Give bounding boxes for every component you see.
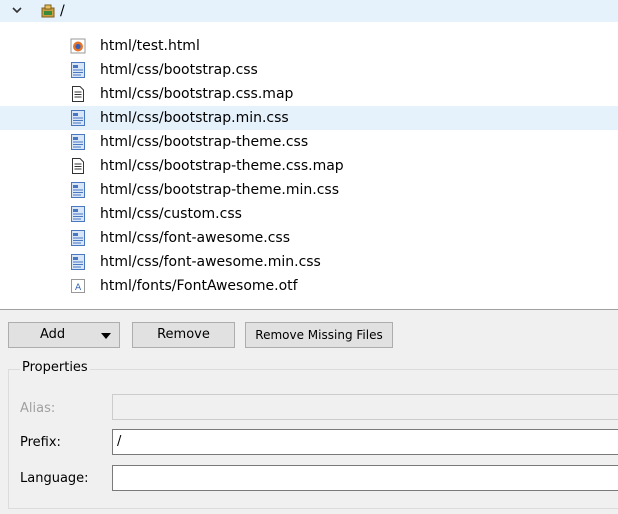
css-file-icon xyxy=(70,206,86,222)
file-path-label: html/css/bootstrap.min.css xyxy=(100,110,289,126)
css-file-icon xyxy=(70,62,86,78)
file-row[interactable]: html/css/custom.css xyxy=(0,202,618,226)
tree-root-row[interactable]: / xyxy=(0,0,618,22)
file-path-label: html/css/bootstrap-theme.min.css xyxy=(100,182,339,198)
file-path-label: html/css/font-awesome.css xyxy=(100,230,291,246)
chevron-down-icon[interactable] xyxy=(12,7,22,14)
css-file-icon xyxy=(70,254,86,270)
file-row[interactable]: html/css/bootstrap.css.map xyxy=(0,82,618,106)
resource-folder-icon xyxy=(41,4,55,18)
file-row[interactable]: html/css/bootstrap-theme.min.css xyxy=(0,178,618,202)
file-row[interactable]: html/css/font-awesome.css xyxy=(0,226,618,250)
resource-tree[interactable]: / html/test.html html/css/bootstrap.css ht… xyxy=(0,0,618,310)
css-file-icon xyxy=(70,134,86,150)
svg-text:A: A xyxy=(75,283,82,293)
remove-button[interactable]: Remove xyxy=(132,322,235,348)
file-path-label: html/css/bootstrap.css xyxy=(100,62,258,78)
font-file-icon: A xyxy=(70,278,86,294)
alias-field xyxy=(112,394,618,420)
language-label: Language: xyxy=(20,471,89,486)
css-file-icon xyxy=(70,230,86,246)
file-path-label: html/css/bootstrap-theme.css.map xyxy=(100,158,344,174)
file-row[interactable]: html/css/font-awesome.min.css xyxy=(0,250,618,274)
tree-root-label: / xyxy=(60,3,65,19)
file-row[interactable]: html/css/bootstrap-theme.css.map xyxy=(0,154,618,178)
alias-label: Alias: xyxy=(20,401,56,416)
add-button-label: Add xyxy=(40,327,66,342)
css-file-icon xyxy=(70,110,86,126)
file-path-label: html/css/font-awesome.min.css xyxy=(100,254,321,270)
file-row[interactable]: Ahtml/fonts/FontAwesome.otf xyxy=(0,274,618,298)
language-field[interactable] xyxy=(112,465,618,491)
text-file-icon xyxy=(70,158,86,174)
firefox-html-file-icon xyxy=(70,38,86,54)
file-path-label: html/fonts/FontAwesome.otf xyxy=(100,278,298,294)
remove-missing-files-button[interactable]: Remove Missing Files xyxy=(245,322,393,348)
file-path-label: html/test.html xyxy=(100,38,200,54)
file-path-label: html/css/bootstrap-theme.css xyxy=(100,134,309,150)
css-file-icon xyxy=(70,182,86,198)
file-row[interactable]: html/css/bootstrap.min.css xyxy=(0,106,618,130)
text-file-icon xyxy=(70,86,86,102)
file-row[interactable]: html/test.html xyxy=(0,34,618,58)
prefix-field[interactable]: / xyxy=(112,429,618,455)
file-path-label: html/css/bootstrap.css.map xyxy=(100,86,294,102)
bottom-panel: Add Remove Remove Missing Files Properti… xyxy=(0,310,618,514)
dropdown-arrow-icon[interactable] xyxy=(101,333,111,339)
file-path-label: html/css/custom.css xyxy=(100,206,242,222)
file-row[interactable]: html/css/bootstrap-theme.css xyxy=(0,130,618,154)
properties-group-title: Properties xyxy=(20,360,90,376)
prefix-label: Prefix: xyxy=(20,435,61,450)
file-row[interactable]: html/css/bootstrap.css xyxy=(0,58,618,82)
add-dropdown-button[interactable]: Add xyxy=(8,322,120,348)
